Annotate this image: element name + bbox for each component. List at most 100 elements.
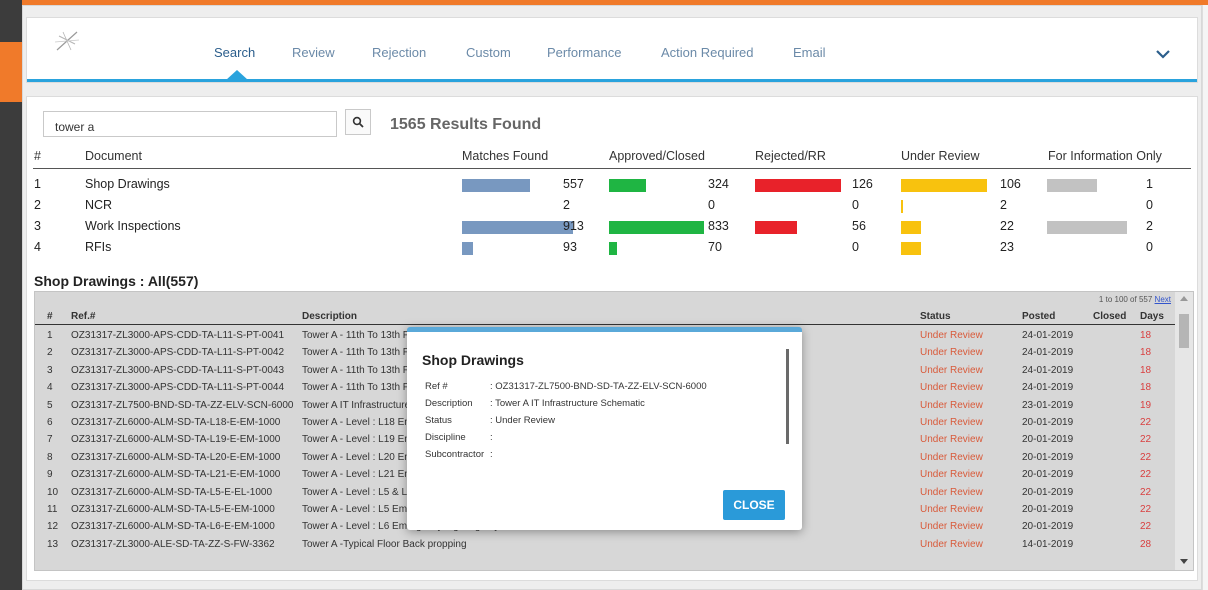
tab-action-required[interactable]: Action Required [661, 45, 754, 60]
summary-count-under-review[interactable]: 23 [1000, 240, 1014, 254]
cell-status: Under Review [920, 330, 983, 341]
grid-header-days[interactable]: Days [1140, 311, 1164, 322]
modal-label-description: Description [425, 398, 473, 409]
summary-count-matches[interactable]: 2 [563, 198, 570, 212]
cell-number: 1 [47, 330, 53, 341]
cell-posted: 24-01-2019 [1022, 364, 1074, 376]
cell-posted: 23-01-2019 [1022, 399, 1074, 411]
grid-scrollbar[interactable] [1175, 292, 1193, 570]
summary-row[interactable]: 3 Work Inspections 913 833 56 22 2 [27, 219, 1199, 237]
cell-posted: 24-01-2019 [1022, 347, 1074, 359]
right-edge [1202, 5, 1208, 590]
tab-custom[interactable]: Custom [466, 45, 511, 60]
cell-status: Under Review [920, 504, 983, 515]
grid-header-description[interactable]: Description [302, 311, 357, 322]
cell-posted: 20-01-2019 [1022, 434, 1074, 446]
summary-header-matches: Matches Found [462, 149, 549, 163]
tab-search[interactable]: Search [214, 45, 255, 60]
modal-label-ref: Ref # [425, 381, 448, 392]
summary-count-matches[interactable]: 93 [563, 240, 577, 254]
header: Search Review Rejection Custom Performan… [26, 17, 1198, 83]
left-side-accent [0, 42, 22, 102]
summary-count-info-only[interactable]: 0 [1146, 198, 1153, 212]
cell-ref: OZ31317-ZL6000-ALM-SD-TA-L20-E-EM-1000 [71, 451, 281, 463]
summary-row[interactable]: 4 RFIs 93 70 0 23 0 [27, 240, 1199, 258]
summary-count-approved[interactable]: 833 [708, 219, 729, 233]
cell-ref: OZ31317-ZL6000-ALM-SD-TA-L19-E-EM-1000 [71, 434, 281, 446]
cell-ref: OZ31317-ZL3000-APS-CDD-TA-L11-S-PT-0041 [71, 330, 285, 341]
cell-ref: OZ31317-ZL6000-ALM-SD-TA-L5-E-EL-1000 [71, 486, 273, 498]
summary-header-info-only: For Information Only [1048, 149, 1162, 163]
chevron-down-icon[interactable] [1155, 48, 1171, 60]
summary-row-document[interactable]: Shop Drawings [85, 177, 170, 191]
section-title: Shop Drawings : All(557) [34, 273, 199, 289]
cell-description: Tower A - 11th To 13th Flo [302, 382, 417, 394]
cell-number: 6 [47, 417, 53, 428]
scroll-down-icon[interactable] [1180, 559, 1188, 564]
summary-bar-under-review [901, 221, 921, 234]
cell-description: Tower A - Level : L20 Em [302, 451, 413, 463]
modal-value-status: : Under Review [490, 415, 555, 426]
cell-description: Tower A - 11th To 13th Flo [302, 330, 417, 341]
search-input[interactable] [43, 111, 337, 137]
summary-count-matches[interactable]: 913 [563, 219, 584, 233]
summary-header-num: # [34, 149, 41, 163]
summary-count-rejected[interactable]: 56 [852, 219, 866, 233]
tab-rejection[interactable]: Rejection [372, 45, 426, 60]
summary-row-document[interactable]: NCR [85, 198, 112, 212]
next-page-link[interactable]: Next [1155, 295, 1171, 304]
summary-row-document[interactable]: RFIs [85, 240, 111, 254]
grid-header-ref[interactable]: Ref.# [71, 311, 95, 322]
grid-header: # Ref.# Description Status Posted Closed… [35, 308, 1177, 325]
summary-count-under-review[interactable]: 106 [1000, 177, 1021, 191]
cell-ref: OZ31317-ZL3000-ALE-SD-TA-ZZ-S-FW-3362 [71, 538, 275, 550]
cell-days: 22 [1140, 521, 1152, 533]
cell-status: Under Review [920, 451, 983, 463]
cell-description: Tower A - Level : L21 Em [302, 469, 413, 481]
grid-header-num[interactable]: # [47, 311, 53, 322]
logo-icon[interactable] [53, 28, 81, 54]
cell-ref: OZ31317-ZL7500-BND-SD-TA-ZZ-ELV-SCN-6000 [71, 399, 294, 411]
summary-row-document[interactable]: Work Inspections [85, 219, 181, 233]
summary-count-rejected[interactable]: 0 [852, 240, 859, 254]
tab-email[interactable]: Email [793, 45, 826, 60]
summary-count-info-only[interactable]: 2 [1146, 219, 1153, 233]
summary-count-rejected[interactable]: 0 [852, 198, 859, 212]
close-button[interactable]: CLOSE [723, 490, 785, 520]
scroll-up-icon[interactable] [1180, 296, 1188, 301]
summary-count-rejected[interactable]: 126 [852, 177, 873, 191]
cell-days: 22 [1140, 504, 1152, 515]
summary-count-info-only[interactable]: 1 [1146, 177, 1153, 191]
cell-ref: OZ31317-ZL6000-ALM-SD-TA-L6-E-EM-1000 [71, 521, 275, 533]
cell-days: 28 [1140, 538, 1152, 550]
summary-count-approved[interactable]: 0 [708, 198, 715, 212]
search-button[interactable] [345, 109, 371, 135]
summary-bar-approved [609, 221, 704, 234]
modal-label-status: Status [425, 415, 452, 426]
summary-count-under-review[interactable]: 22 [1000, 219, 1014, 233]
tab-performance[interactable]: Performance [547, 45, 621, 60]
table-row[interactable]: 13 OZ31317-ZL3000-ALE-SD-TA-ZZ-S-FW-3362 T… [35, 536, 1177, 554]
cell-days: 22 [1140, 434, 1152, 446]
cell-status: Under Review [920, 382, 983, 394]
grid-header-posted[interactable]: Posted [1022, 311, 1055, 322]
summary-count-under-review[interactable]: 2 [1000, 198, 1007, 212]
grid-header-status[interactable]: Status [920, 311, 951, 322]
scroll-thumb[interactable] [1179, 314, 1189, 348]
cell-posted: 24-01-2019 [1022, 382, 1074, 394]
cell-days: 18 [1140, 347, 1152, 359]
summary-bar-matches [462, 242, 473, 255]
tab-review[interactable]: Review [292, 45, 335, 60]
modal-scrollbar[interactable] [786, 349, 789, 444]
cell-posted: 20-01-2019 [1022, 521, 1074, 533]
modal-value-subcontractor: : [490, 449, 493, 460]
summary-row[interactable]: 2 NCR 2 0 0 2 0 [27, 198, 1199, 216]
summary-row[interactable]: 1 Shop Drawings 557 324 126 106 1 [27, 177, 1199, 195]
summary-bar-info-only [1047, 221, 1127, 234]
summary-count-approved[interactable]: 324 [708, 177, 729, 191]
summary-count-matches[interactable]: 557 [563, 177, 584, 191]
summary-count-approved[interactable]: 70 [708, 240, 722, 254]
summary-count-info-only[interactable]: 0 [1146, 240, 1153, 254]
cell-number: 3 [47, 364, 53, 376]
grid-header-closed[interactable]: Closed [1093, 311, 1126, 322]
